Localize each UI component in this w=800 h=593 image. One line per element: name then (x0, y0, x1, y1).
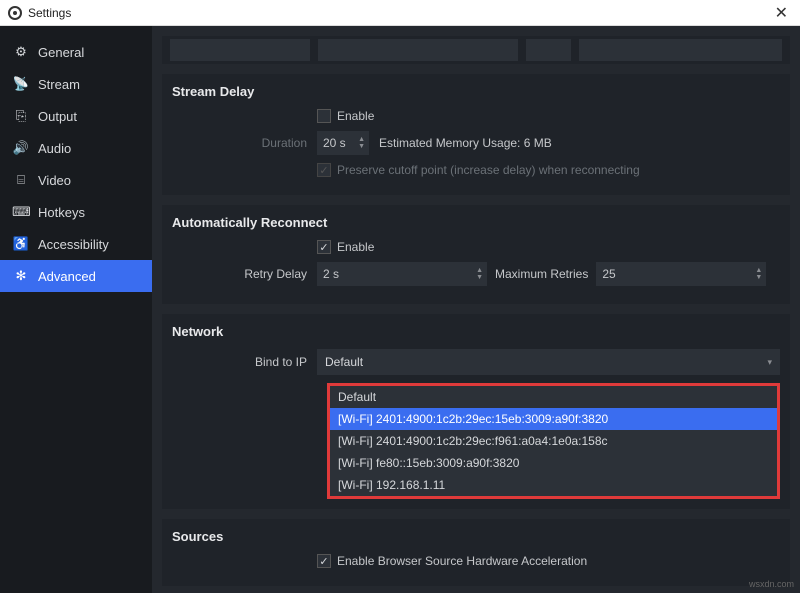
gear-icon: ⚙ (12, 44, 30, 60)
sidebar-item-audio[interactable]: 🔊 Audio (0, 132, 152, 164)
stream-delay-panel: Stream Delay Enable Duration 20 s ▲▼ Est… (162, 74, 790, 195)
bind-ip-dropdown: Default [Wi-Fi] 2401:4900:1c2b:29ec:15eb… (327, 383, 780, 499)
max-retries-label: Maximum Retries (495, 267, 588, 281)
bind-ip-label: Bind to IP (172, 355, 317, 369)
field-fragment (526, 39, 571, 61)
sidebar-item-general[interactable]: ⚙ General (0, 36, 152, 68)
sidebar-item-label: Video (38, 173, 71, 188)
bind-ip-select[interactable]: Default ▾ (317, 349, 780, 375)
sliders-icon: ✻ (12, 268, 30, 284)
dropdown-option[interactable]: [Wi-Fi] 2401:4900:1c2b:29ec:f961:a0a4:1e… (330, 430, 777, 452)
enable-label: Enable (337, 240, 374, 254)
sidebar-item-label: Advanced (38, 269, 96, 284)
accessibility-icon: ♿ (12, 236, 30, 252)
duration-spinner[interactable]: 20 s ▲▼ (317, 131, 369, 155)
section-title: Stream Delay (172, 84, 780, 99)
chevron-down-icon: ▾ (767, 357, 772, 368)
duration-label: Duration (172, 136, 317, 150)
sources-panel: Sources Enable Browser Source Hardware A… (162, 519, 790, 586)
field-fragment (579, 39, 782, 61)
sidebar-item-label: Audio (38, 141, 71, 156)
sidebar-item-hotkeys[interactable]: ⌨ Hotkeys (0, 196, 152, 228)
max-retries-value: 25 (602, 267, 615, 281)
speaker-icon: 🔊 (12, 140, 30, 156)
sidebar-item-video[interactable]: ⌸ Video (0, 164, 152, 196)
preserve-checkbox[interactable] (317, 163, 331, 177)
enable-checkbox[interactable] (317, 240, 331, 254)
output-icon: ⎘ (12, 108, 30, 124)
retry-delay-label: Retry Delay (172, 267, 317, 281)
spinner-arrows[interactable]: ▲▼ (755, 267, 762, 281)
enable-label: Enable (337, 109, 374, 123)
retry-delay-spinner[interactable]: 2 s ▲▼ (317, 262, 487, 286)
antenna-icon: 📡 (12, 76, 30, 92)
retry-delay-value: 2 s (323, 267, 339, 281)
main-content: Stream Delay Enable Duration 20 s ▲▼ Est… (152, 26, 800, 593)
preserve-label: Preserve cutoff point (increase delay) w… (337, 163, 640, 177)
field-fragment (318, 39, 518, 61)
sidebar-item-label: Output (38, 109, 77, 124)
sidebar-item-label: General (38, 45, 84, 60)
window-title: Settings (28, 6, 71, 20)
titlebar: Settings ✕ (0, 0, 800, 26)
hw-accel-checkbox[interactable] (317, 554, 331, 568)
field-fragment (170, 39, 310, 61)
auto-reconnect-panel: Automatically Reconnect Enable Retry Del… (162, 205, 790, 304)
network-panel: Network Bind to IP Default ▾ Default [Wi… (162, 314, 790, 509)
sidebar-item-output[interactable]: ⎘ Output (0, 100, 152, 132)
sidebar: ⚙ General 📡 Stream ⎘ Output 🔊 Audio ⌸ Video ⌨… (0, 26, 152, 593)
keyboard-icon: ⌨ (12, 204, 30, 220)
section-title: Sources (172, 529, 780, 544)
dropdown-option[interactable]: [Wi-Fi] 192.168.1.11 (330, 474, 777, 496)
spinner-arrows[interactable]: ▲▼ (476, 267, 483, 281)
section-title: Automatically Reconnect (172, 215, 780, 230)
section-title: Network (172, 324, 780, 339)
bind-ip-value: Default (325, 355, 363, 369)
estimated-memory: Estimated Memory Usage: 6 MB (379, 136, 552, 150)
sidebar-item-label: Stream (38, 77, 80, 92)
spinner-arrows[interactable]: ▲▼ (358, 136, 365, 150)
monitor-icon: ⌸ (12, 172, 30, 188)
cut-off-row (162, 36, 790, 64)
sidebar-item-label: Accessibility (38, 237, 109, 252)
hw-accel-label: Enable Browser Source Hardware Accelerat… (337, 554, 587, 568)
max-retries-spinner[interactable]: 25 ▲▼ (596, 262, 766, 286)
sidebar-item-stream[interactable]: 📡 Stream (0, 68, 152, 100)
close-button[interactable]: ✕ (771, 3, 792, 23)
watermark: wsxdn.com (749, 579, 794, 589)
dropdown-option[interactable]: [Wi-Fi] 2401:4900:1c2b:29ec:15eb:3009:a9… (330, 408, 777, 430)
sidebar-item-advanced[interactable]: ✻ Advanced (0, 260, 152, 292)
dropdown-option[interactable]: Default (330, 386, 777, 408)
dropdown-option[interactable]: [Wi-Fi] fe80::15eb:3009:a90f:3820 (330, 452, 777, 474)
sidebar-item-label: Hotkeys (38, 205, 85, 220)
enable-checkbox[interactable] (317, 109, 331, 123)
app-icon (8, 6, 22, 20)
sidebar-item-accessibility[interactable]: ♿ Accessibility (0, 228, 152, 260)
settings-shell: ⚙ General 📡 Stream ⎘ Output 🔊 Audio ⌸ Video ⌨… (0, 26, 800, 593)
duration-value: 20 s (323, 136, 346, 150)
